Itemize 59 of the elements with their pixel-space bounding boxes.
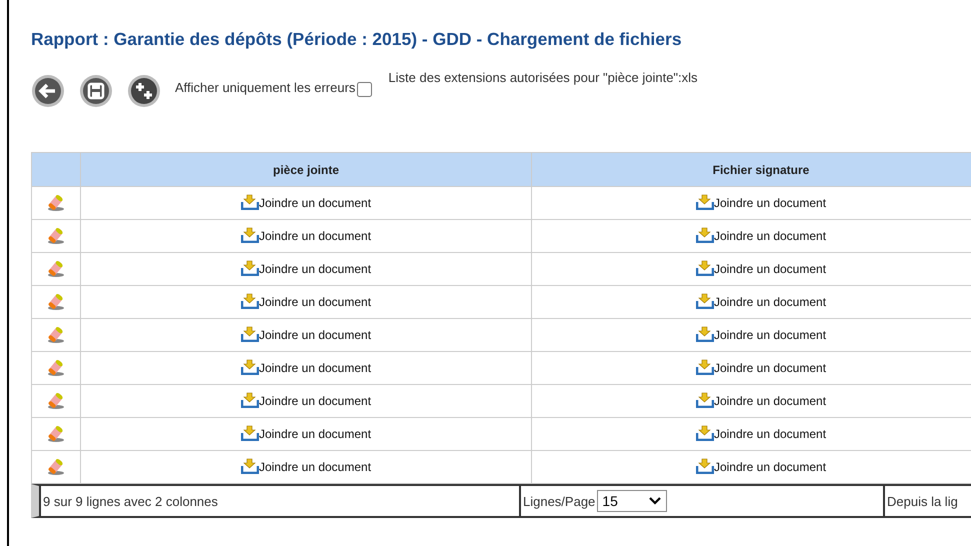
eraser-icon[interactable]	[45, 359, 67, 377]
inbox-arrow-icon	[240, 392, 259, 408]
inbox-arrow-icon	[696, 194, 714, 210]
page-size-select[interactable]: 15	[597, 490, 668, 512]
attach-document-link[interactable]: Joindre un document	[240, 292, 372, 308]
attach-document-link[interactable]: Joindre un document	[240, 424, 372, 440]
inbox-arrow-icon	[696, 392, 714, 408]
inbox-arrow-icon	[240, 458, 259, 474]
from-row-label: Depuis la lig	[887, 494, 958, 508]
attach-document-link[interactable]: Joindre un document	[240, 194, 372, 210]
inbox-arrow-icon	[696, 424, 714, 440]
inbox-arrow-icon	[696, 292, 714, 308]
inbox-arrow-icon	[240, 260, 259, 276]
attach-document-link[interactable]: Joindre un document	[240, 226, 372, 242]
caret-icon	[648, 496, 662, 506]
attach-document-link[interactable]: Joindre un document	[696, 194, 826, 210]
eraser-icon[interactable]	[45, 392, 67, 410]
eraser-icon[interactable]	[45, 293, 67, 311]
column-header: pièce jointe	[80, 152, 532, 186]
extensions-note: Liste des extensions autorisées pour "pièce jointe":xls	[388, 70, 698, 85]
inbox-arrow-icon	[696, 260, 714, 276]
inbox-arrow-icon	[696, 326, 714, 342]
inbox-arrow-icon	[240, 292, 259, 308]
inbox-arrow-icon	[696, 358, 714, 374]
eraser-icon[interactable]	[45, 458, 67, 476]
rows-summary: 9 sur 9 lignes avec 2 colonnes	[43, 494, 218, 508]
attach-document-link[interactable]: Joindre un document	[696, 292, 826, 308]
inbox-arrow-icon	[240, 326, 259, 342]
inbox-arrow-icon	[240, 424, 259, 440]
report-title: Rapport : Garantie des dépôts (Période : 2015) - GDD - Chargement de fichiers	[31, 28, 683, 50]
inbox-arrow-icon	[240, 226, 259, 242]
attach-document-link[interactable]: Joindre un document	[240, 458, 372, 474]
errors-checkbox[interactable]	[357, 82, 372, 97]
attach-document-link[interactable]: Joindre un document	[240, 326, 372, 342]
column-header: Fichier signature	[532, 152, 971, 186]
inbox-arrow-icon	[240, 194, 259, 210]
back-button[interactable]	[31, 74, 65, 108]
attach-document-link[interactable]: Joindre un document	[696, 392, 826, 408]
inbox-arrow-icon	[240, 358, 259, 374]
eraser-icon[interactable]	[45, 425, 67, 443]
attach-document-link[interactable]: Joindre un document	[696, 424, 826, 440]
eraser-icon[interactable]	[45, 326, 67, 344]
attach-document-link[interactable]: Joindre un document	[240, 358, 372, 374]
attach-document-link[interactable]: Joindre un document	[240, 392, 372, 408]
add-button[interactable]	[127, 74, 161, 108]
eraser-icon[interactable]	[45, 260, 67, 278]
inbox-arrow-icon	[696, 458, 714, 474]
attach-document-link[interactable]: Joindre un document	[240, 260, 372, 276]
page-size-label: Lignes/Page	[523, 494, 596, 508]
attach-document-link[interactable]: Joindre un document	[696, 226, 826, 242]
eraser-icon[interactable]	[45, 194, 67, 212]
attach-document-link[interactable]: Joindre un document	[696, 358, 826, 374]
attach-document-link[interactable]: Joindre un document	[696, 458, 826, 474]
filter-label: Afficher uniquement les erreurs	[175, 80, 356, 95]
eraser-icon[interactable]	[45, 227, 67, 245]
save-button[interactable]	[79, 74, 113, 108]
attach-document-link[interactable]: Joindre un document	[696, 260, 826, 276]
attach-document-link[interactable]: Joindre un document	[696, 326, 826, 342]
inbox-arrow-icon	[696, 226, 714, 242]
